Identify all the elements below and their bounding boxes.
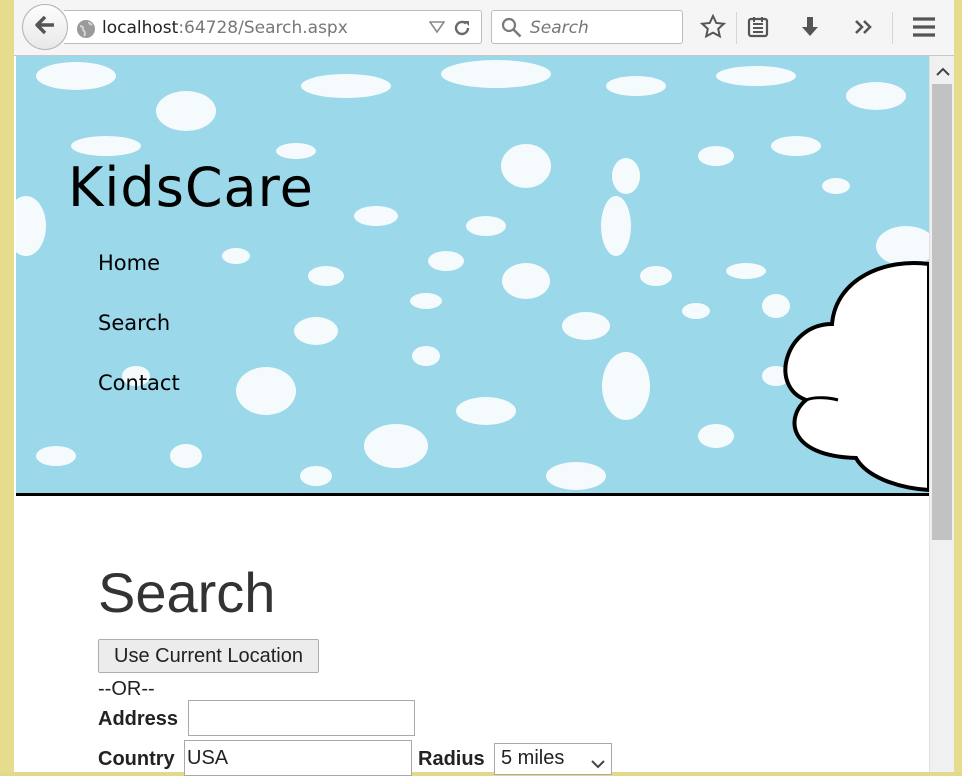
reading-list-icon[interactable] bbox=[743, 12, 773, 42]
overflow-chevron-icon[interactable] bbox=[849, 12, 879, 42]
vertical-scrollbar[interactable] bbox=[929, 56, 954, 772]
nav-contact[interactable]: Contact bbox=[98, 371, 180, 395]
toolbar-separator bbox=[736, 12, 737, 44]
hamburger-menu-icon[interactable] bbox=[909, 12, 939, 42]
globe-icon bbox=[76, 19, 96, 44]
scroll-up-arrow-icon[interactable] bbox=[936, 64, 950, 82]
site-title: KidsCare bbox=[68, 156, 314, 219]
scrollbar-thumb[interactable] bbox=[932, 84, 952, 540]
toolbar-separator bbox=[892, 12, 893, 44]
search-placeholder: Search bbox=[530, 18, 589, 38]
or-separator-text: --OR-- bbox=[98, 678, 155, 700]
url-bar[interactable]: localhost:64728/Search.aspx bbox=[64, 10, 482, 44]
bookmark-star-icon[interactable] bbox=[698, 12, 728, 42]
country-label: Country bbox=[98, 748, 175, 770]
window-frame-right bbox=[954, 0, 962, 772]
browser-toolbar: localhost:64728/Search.aspx Search bbox=[14, 0, 954, 56]
radius-select[interactable]: 5 miles bbox=[494, 743, 612, 775]
download-icon[interactable] bbox=[795, 12, 825, 42]
radius-selected-value: 5 miles bbox=[501, 747, 565, 769]
window-frame-left bbox=[0, 0, 14, 772]
reload-icon[interactable] bbox=[451, 17, 473, 44]
radius-label: Radius bbox=[418, 748, 485, 770]
search-icon bbox=[501, 17, 523, 44]
url-host: localhost bbox=[102, 18, 179, 38]
url-text: localhost:64728/Search.aspx bbox=[102, 18, 348, 38]
page-title: Search bbox=[98, 561, 276, 624]
address-label: Address bbox=[98, 708, 179, 730]
site-header: KidsCare Home Search Contact bbox=[16, 56, 929, 496]
address-input[interactable] bbox=[188, 700, 415, 736]
nav-search[interactable]: Search bbox=[98, 311, 170, 335]
back-arrow-icon bbox=[32, 12, 58, 43]
sky-background bbox=[16, 60, 929, 493]
browser-window: localhost:64728/Search.aspx Search KidsC… bbox=[0, 0, 962, 776]
back-button[interactable] bbox=[22, 4, 68, 50]
url-dropdown-icon[interactable] bbox=[428, 20, 446, 39]
url-path: :64728/Search.aspx bbox=[178, 18, 348, 38]
nav-home[interactable]: Home bbox=[98, 251, 160, 275]
browser-search-bar[interactable]: Search bbox=[491, 10, 683, 44]
use-current-location-button[interactable]: Use Current Location bbox=[98, 639, 319, 673]
country-input[interactable] bbox=[184, 740, 412, 776]
